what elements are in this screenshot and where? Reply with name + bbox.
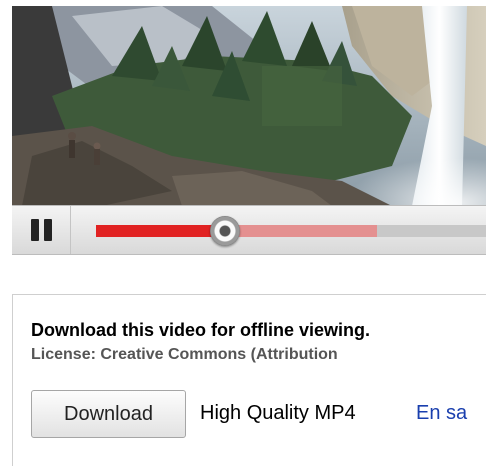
video-still [12,6,486,206]
pause-button[interactable] [12,206,71,254]
download-panel-title: Download this video for offline viewing. [31,320,371,340]
video-frame[interactable] [12,6,486,206]
scrubber-handle[interactable] [209,216,240,246]
pause-icon [31,219,53,241]
format-label: High Quality MP4 [200,402,356,424]
progress-bar[interactable] [96,216,486,246]
learn-more-link[interactable]: En sa [416,402,467,425]
progress-played [96,225,225,237]
download-panel: Download this video for offline viewing.… [12,294,486,466]
license-text: License: Creative Commons (Attribution [31,346,338,363]
player-controls [12,205,486,255]
download-button[interactable]: Download [31,390,186,438]
page: Download this video for offline viewing.… [0,0,486,466]
